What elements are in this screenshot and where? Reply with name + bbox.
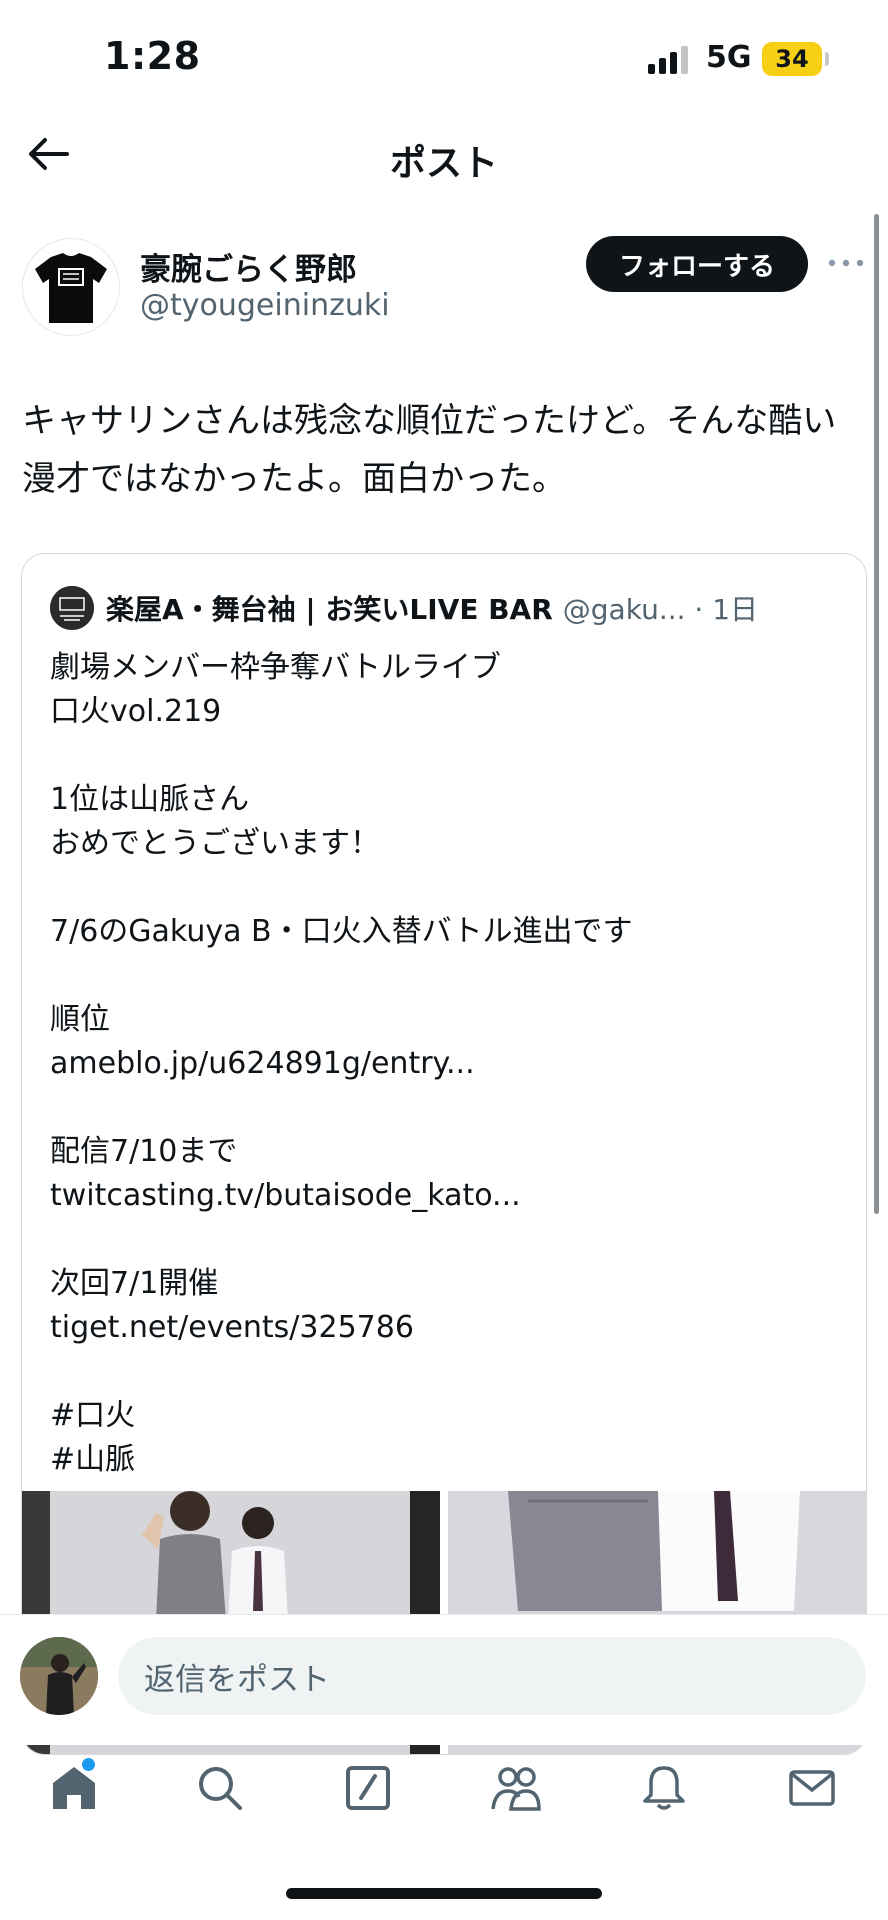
quoted-author-name: 楽屋A・舞台袖 | お笑いLIVE BAR (106, 593, 553, 626)
post-header: ポスト (0, 116, 888, 196)
quoted-author-avatar (50, 586, 94, 630)
search-icon (199, 1767, 242, 1810)
notifications-icon (643, 1766, 685, 1810)
author-handle[interactable]: @tyougeininzuki (140, 288, 390, 323)
quoted-handle-time: @gaku... · 1日 (562, 593, 759, 626)
bottom-nav (0, 1744, 888, 1844)
network-type: 5G (706, 40, 752, 75)
reply-bar: 返信をポスト (0, 1614, 888, 1745)
nav-home[interactable] (34, 1748, 114, 1828)
status-time: 1:28 (104, 34, 201, 78)
user-photo-icon (20, 1637, 98, 1715)
black-tshirt-avatar-icon (35, 253, 107, 323)
compose-icon (346, 1766, 390, 1810)
status-bar: 1:28 5G 34 (0, 0, 888, 116)
nav-search[interactable] (180, 1748, 260, 1828)
battery-tip (825, 52, 829, 66)
author-avatar[interactable] (22, 238, 120, 336)
messages-icon (789, 1770, 835, 1806)
communities-icon (491, 1767, 541, 1811)
reply-input[interactable]: 返信をポスト (118, 1637, 866, 1715)
battery-icon: 34 (762, 42, 822, 76)
nav-messages[interactable] (772, 1748, 852, 1828)
battery-level: 34 (775, 45, 809, 73)
notification-dot (82, 1758, 95, 1771)
app-screen: 1:28 5G 34 ポスト 豪腕ごらく野郎 @tyougeininzuki フ (0, 0, 888, 1920)
follow-button[interactable]: フォローする (586, 236, 808, 292)
nav-notifications[interactable] (624, 1748, 704, 1828)
nav-compose[interactable] (328, 1748, 408, 1828)
quoted-post-header: 楽屋A・舞台袖 | お笑いLIVE BAR @gaku... · 1日 (50, 586, 850, 630)
post-text: キャサリンさんは残念な順位だったけど。そんな酷い漫才ではなかったよ。面白かった。 (22, 401, 837, 499)
quoted-post-text: 劇場メンバー枠争奪バトルライブ 口火vol.219 1位は山脈さん おめでとうご… (50, 650, 633, 1477)
page-title: ポスト (389, 143, 498, 184)
quoted-post-card[interactable]: 楽屋A・舞台袖 | お笑いLIVE BAR @gaku... · 1日 劇場メン… (21, 553, 867, 1755)
nav-communities[interactable] (476, 1748, 556, 1828)
more-horizontal-icon (828, 259, 864, 267)
more-options-button[interactable] (826, 248, 866, 278)
cellular-signal-icon (648, 44, 692, 74)
scrollbar[interactable] (874, 214, 879, 1214)
author-name[interactable]: 豪腕ごらく野郎 (140, 244, 357, 289)
current-user-avatar[interactable] (20, 1637, 98, 1715)
home-icon (53, 1767, 95, 1809)
home-indicator[interactable] (286, 1888, 602, 1899)
theater-logo-icon (50, 586, 94, 630)
